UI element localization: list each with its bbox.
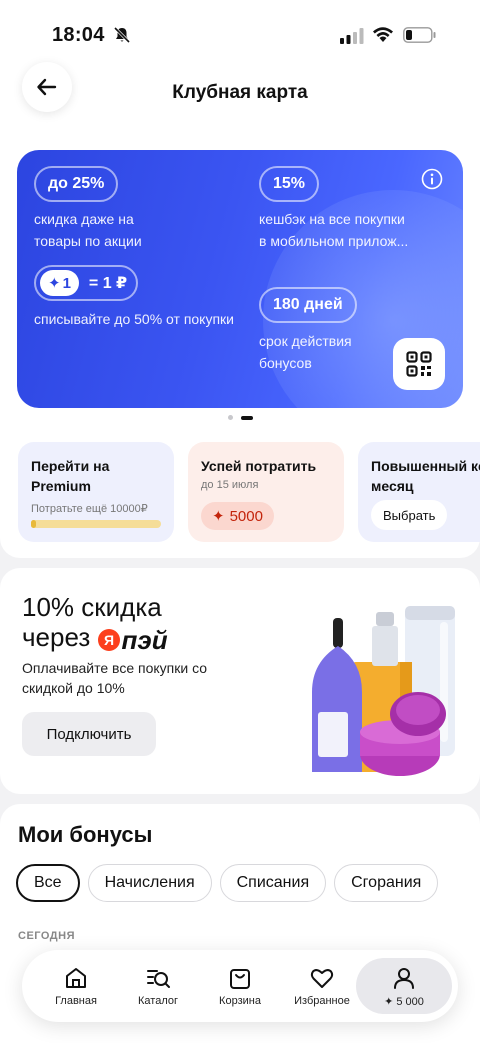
yandex-logo-icon: Я: [97, 629, 120, 651]
qr-code-button[interactable]: [393, 338, 445, 390]
premium-progress-bar: [31, 520, 161, 528]
bell-slash-icon: [113, 26, 131, 44]
cosmetics-illustration: [312, 606, 455, 776]
tab-home-label: Главная: [55, 995, 97, 1007]
promo-spend-title: Успей потратить: [201, 458, 317, 474]
bonus-text: списывайте до 50% от покупки: [34, 311, 234, 327]
connect-button[interactable]: Подключить: [22, 712, 156, 756]
expiring-bonus-badge: ✦ 5000: [201, 502, 274, 530]
days-pill: 180 дней: [259, 287, 357, 323]
profile-icon: [394, 967, 414, 989]
page-title: Клубная карта: [172, 82, 308, 103]
home-icon: [66, 968, 86, 988]
sparkle-icon: ✦: [212, 508, 225, 525]
ypay-title-line2: через Я пэй: [22, 622, 168, 655]
discount-text: скидка даже на товары по акции: [34, 211, 142, 249]
tab-cart[interactable]: Корзина: [200, 950, 280, 1022]
wifi-icon: [373, 27, 393, 42]
battery-icon: [403, 27, 436, 43]
promo-premium-card[interactable]: Перейти на Premium Потратьте ещё 10000₽: [18, 442, 174, 542]
catalog-search-icon: [147, 970, 170, 988]
bag-icon: [230, 969, 250, 989]
tab-favorites-label: Избранное: [294, 995, 350, 1007]
qr-code-icon: [406, 351, 432, 377]
signal-icon: [340, 28, 364, 44]
ypay-title-through: через: [22, 622, 91, 652]
filter-expirations[interactable]: Сгорания: [334, 864, 439, 902]
carousel-indicator: [0, 415, 480, 420]
choose-button[interactable]: Выбрать: [371, 500, 448, 530]
heart-icon: [310, 969, 334, 988]
bonus-value: ✦ 1: [40, 270, 79, 296]
status-bar: 18:04: [0, 0, 480, 70]
tab-catalog-label: Каталог: [138, 995, 178, 1007]
status-time: 18:04: [52, 24, 105, 46]
filter-writeoffs[interactable]: Списания: [219, 864, 327, 902]
premium-progress-fill: [31, 520, 37, 528]
ypay-title-line1: 10% скидка: [22, 592, 162, 622]
ypay-logo-text: пэй: [121, 625, 168, 655]
ypay-logo-letter: Я: [103, 632, 113, 648]
club-card-carousel[interactable]: до 25% скидка даже на товары по акции ✦ …: [17, 150, 463, 408]
tab-profile-label: ✦ 5 000: [384, 995, 424, 1008]
promo-spend-subtitle: до 15 июля: [201, 479, 259, 491]
ypay-banner[interactable]: 10% скидка через Я пэй Оплачивайте все п…: [0, 568, 480, 794]
ypay-title: 10% скидка через Я пэй: [22, 592, 168, 655]
promo-premium-subtitle: Потратьте ещё 10000₽: [31, 503, 148, 515]
cashback-pill: 15%: [259, 166, 320, 202]
carousel-dot-active[interactable]: [240, 415, 253, 420]
filter-accruals[interactable]: Начисления: [87, 864, 212, 902]
promo-boost-title: Повышенный ке на месяц: [371, 458, 480, 494]
club-card-section: до 25% скидка даже на товары по акции ✦ …: [0, 140, 480, 558]
tab-profile[interactable]: ✦ 5 000: [364, 950, 444, 1022]
filter-all[interactable]: Все: [16, 864, 80, 902]
tab-cart-label: Корзина: [219, 995, 261, 1007]
header: Клубная карта: [0, 62, 480, 140]
ypay-logo: Я пэй: [97, 625, 168, 655]
bonus-rate-chip: ✦ 1 = 1 ₽: [34, 265, 138, 301]
bottom-tab-bar: Главная Каталог Корзина Избранное ✦ 5 00…: [22, 950, 458, 1022]
carousel-dot[interactable]: [227, 415, 233, 420]
tab-home[interactable]: Главная: [36, 950, 116, 1022]
bonus-equals: = 1 ₽: [88, 275, 128, 292]
days-text: срок действия бонусов: [259, 333, 352, 371]
bonuses-title: Мои бонусы: [18, 822, 153, 847]
tab-catalog[interactable]: Каталог: [118, 950, 198, 1022]
promo-premium-title: Перейти на Premium: [31, 458, 110, 494]
promo-boost-card[interactable]: Повышенный ке на месяц Выбрать: [358, 442, 480, 542]
tab-favorites[interactable]: Избранное: [282, 950, 362, 1022]
discount-pill: до 25%: [34, 166, 119, 202]
bonus-filters: Все Начисления Списания Сгорания: [16, 864, 439, 902]
cashback-text: кешбэк на все покупки в мобильном прилож…: [259, 211, 409, 249]
ypay-subtitle: Оплачивайте все покупки со скидкой до 10…: [22, 660, 208, 696]
section-label-today: СЕГОДНЯ: [18, 930, 75, 942]
promo-spend-card[interactable]: Успей потратить до 15 июля ✦ 5000: [188, 442, 344, 542]
sparkle-icon: ✦: [48, 275, 61, 292]
info-icon[interactable]: [421, 168, 443, 190]
